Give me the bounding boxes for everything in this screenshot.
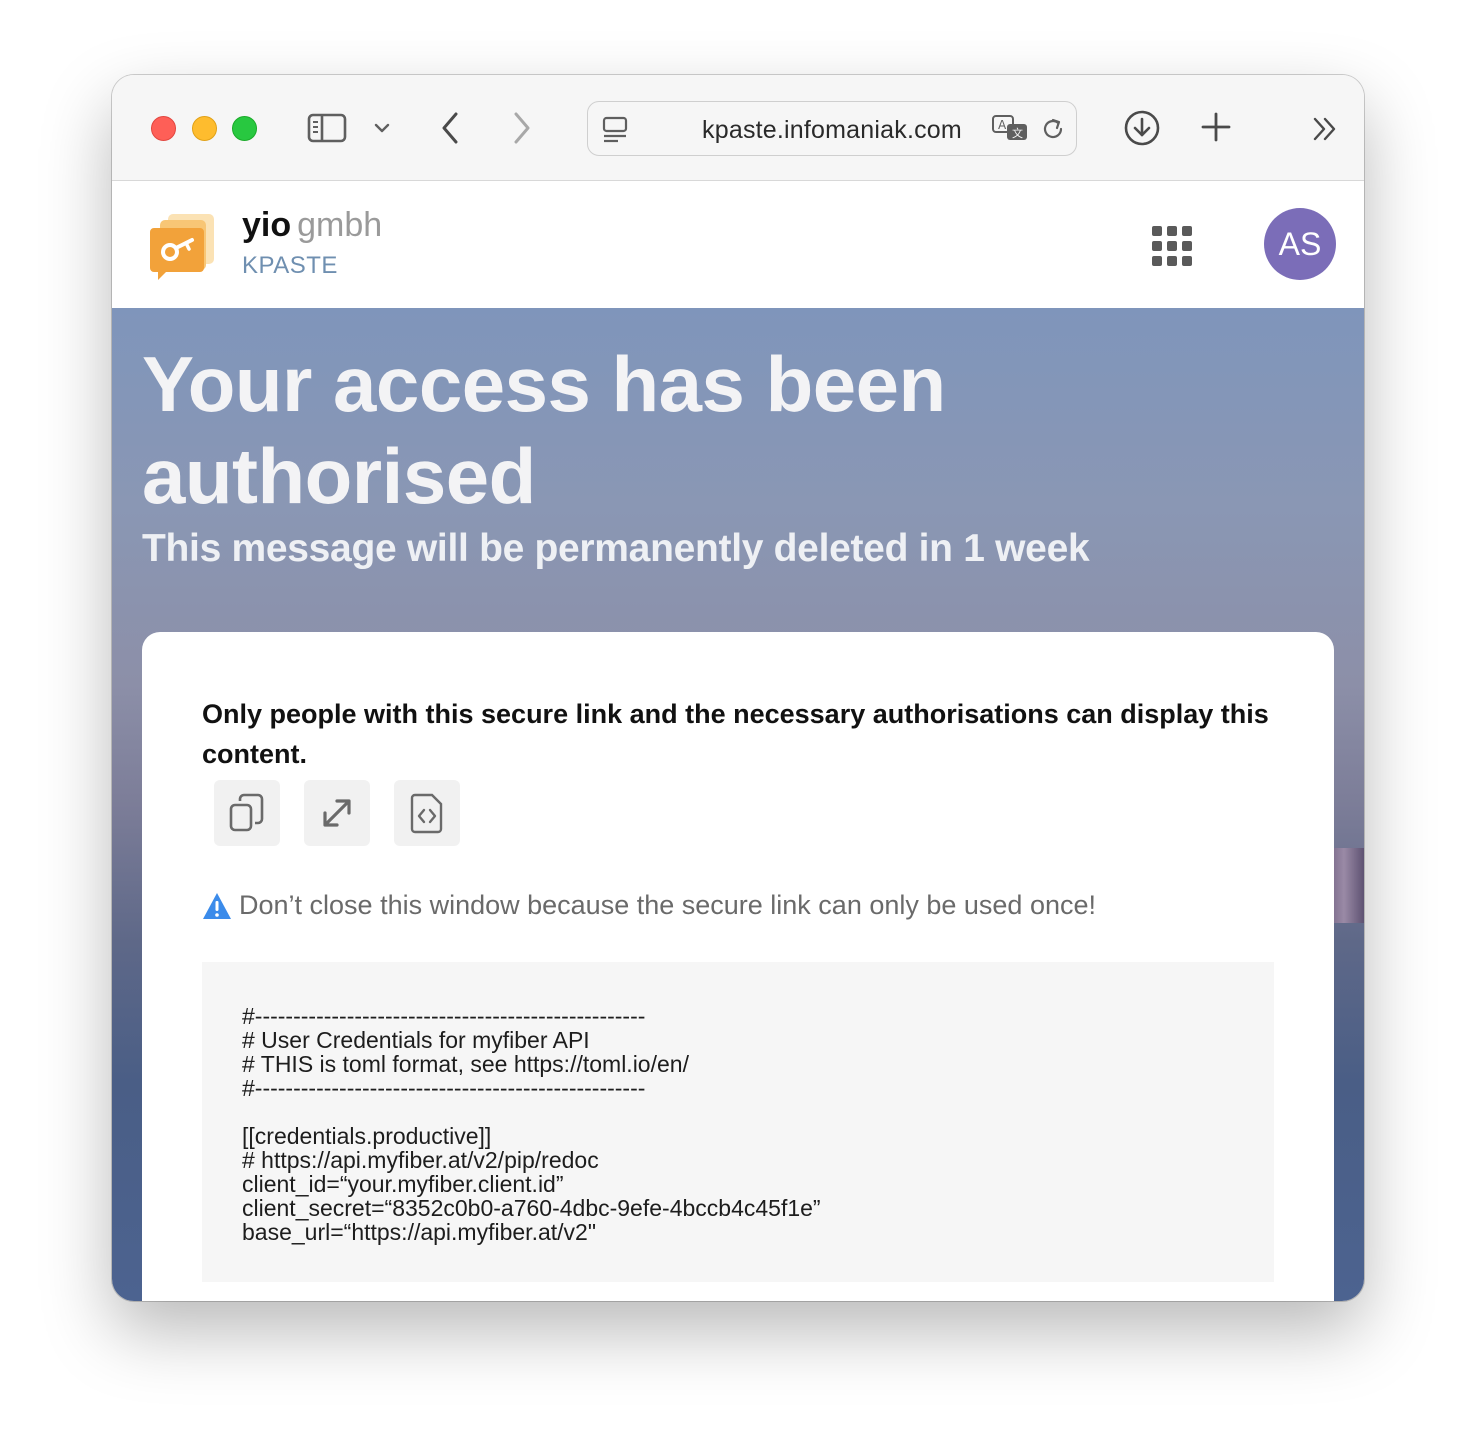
app-header: yio gmbh KPASTE AS (112, 182, 1364, 308)
brand-line: yio gmbh (242, 206, 382, 245)
code-line: # User Credentials for myfiber API (242, 1027, 590, 1053)
downloads-icon[interactable] (1122, 108, 1162, 148)
hero-section: Your access has been authorised This mes… (112, 308, 1364, 1301)
forward-icon[interactable] (506, 109, 538, 147)
page-title: Your access has been authorised (142, 340, 946, 520)
minimize-window-button[interactable] (192, 116, 217, 141)
code-line: #---------------------------------------… (242, 1003, 646, 1029)
expand-button[interactable] (304, 780, 370, 846)
overflow-chevrons-icon[interactable] (1308, 113, 1342, 145)
user-avatar[interactable]: AS (1264, 208, 1336, 280)
new-tab-icon[interactable] (1198, 109, 1234, 145)
apps-grid-icon[interactable] (1150, 224, 1194, 268)
view-source-button[interactable] (394, 780, 460, 846)
secure-link-notice: Only people with this secure link and th… (202, 699, 1269, 769)
product-name: KPASTE (242, 252, 338, 279)
code-line: client_secret=“8352c0b0-a760-4dbc-9efe-4… (242, 1195, 821, 1221)
zoom-window-button[interactable] (232, 116, 257, 141)
code-line: [[credentials.productive]] (242, 1123, 492, 1149)
paste-content[interactable]: #---------------------------------------… (202, 962, 1274, 1282)
code-line: client_id=“your.myfiber.client.id” (242, 1171, 564, 1197)
reload-icon[interactable] (1038, 114, 1068, 144)
code-line: #---------------------------------------… (242, 1075, 646, 1101)
code-line: # https://api.myfiber.at/v2/pip/redoc (242, 1147, 599, 1173)
copy-button[interactable] (214, 780, 280, 846)
code-line: # THIS is toml format, see https://toml.… (242, 1051, 689, 1077)
svg-text:A: A (998, 118, 1007, 132)
address-bar[interactable]: kpaste.infomaniak.com A文 (587, 101, 1077, 156)
chevron-down-icon[interactable] (370, 117, 394, 139)
code-file-icon (410, 793, 443, 834)
warning-text: Don’t close this window because the secu… (239, 890, 1096, 920)
brand-name: yio (242, 206, 292, 244)
back-icon[interactable] (434, 109, 466, 147)
single-use-warning: Don’t close this window because the secu… (202, 890, 1096, 921)
copy-icon (229, 793, 264, 832)
translate-icon[interactable]: A文 (990, 114, 1030, 144)
code-line: base_url=“https://api.myfiber.at/v2" (242, 1219, 596, 1245)
warning-icon (203, 892, 231, 919)
browser-toolbar: kpaste.infomaniak.com A文 (112, 75, 1364, 181)
sidebar-icon[interactable] (306, 109, 348, 147)
brand-org: gmbh (297, 206, 383, 244)
page-subtitle: This message will be permanently deleted… (142, 527, 1090, 570)
kpaste-logo[interactable] (150, 210, 220, 280)
svg-text:文: 文 (1012, 126, 1023, 140)
close-window-button[interactable] (151, 116, 176, 141)
browser-window: kpaste.infomaniak.com A文 yio gmbh KPASTE… (112, 75, 1364, 1301)
expand-icon (323, 799, 351, 827)
paste-card: Only people with this secure link and th… (142, 632, 1334, 1301)
page-content: yio gmbh KPASTE AS Your access has been a… (112, 182, 1364, 1301)
